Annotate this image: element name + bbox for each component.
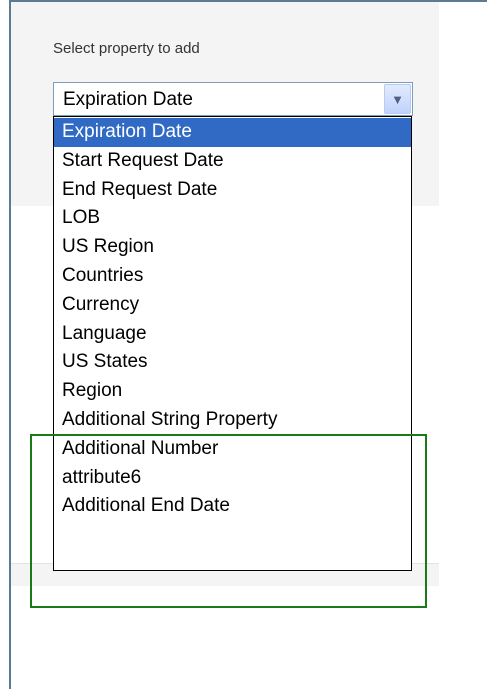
- dropdown-option[interactable]: US Region: [54, 233, 411, 262]
- dropdown-option[interactable]: Expiration Date: [54, 118, 411, 147]
- dropdown-option[interactable]: Language: [54, 320, 411, 349]
- property-select[interactable]: Expiration Date ▼: [53, 82, 413, 116]
- page: Select property to add Expiration Date ▼…: [0, 0, 487, 689]
- dropdown-option[interactable]: Start Request Date: [54, 147, 411, 176]
- dropdown-option[interactable]: Currency: [54, 291, 411, 320]
- dropdown-option[interactable]: Additional String Property: [54, 406, 411, 435]
- dropdown-option[interactable]: End Request Date: [54, 176, 411, 205]
- dropdown-option[interactable]: Region: [54, 377, 411, 406]
- highlight-annotation-box: [30, 434, 427, 608]
- dropdown-option[interactable]: Countries: [54, 262, 411, 291]
- select-property-label: Select property to add: [53, 40, 200, 57]
- dropdown-option[interactable]: LOB: [54, 204, 411, 233]
- dropdown-option[interactable]: US States: [54, 348, 411, 377]
- chevron-down-icon[interactable]: ▼: [384, 84, 411, 114]
- property-select-value: Expiration Date: [63, 89, 193, 110]
